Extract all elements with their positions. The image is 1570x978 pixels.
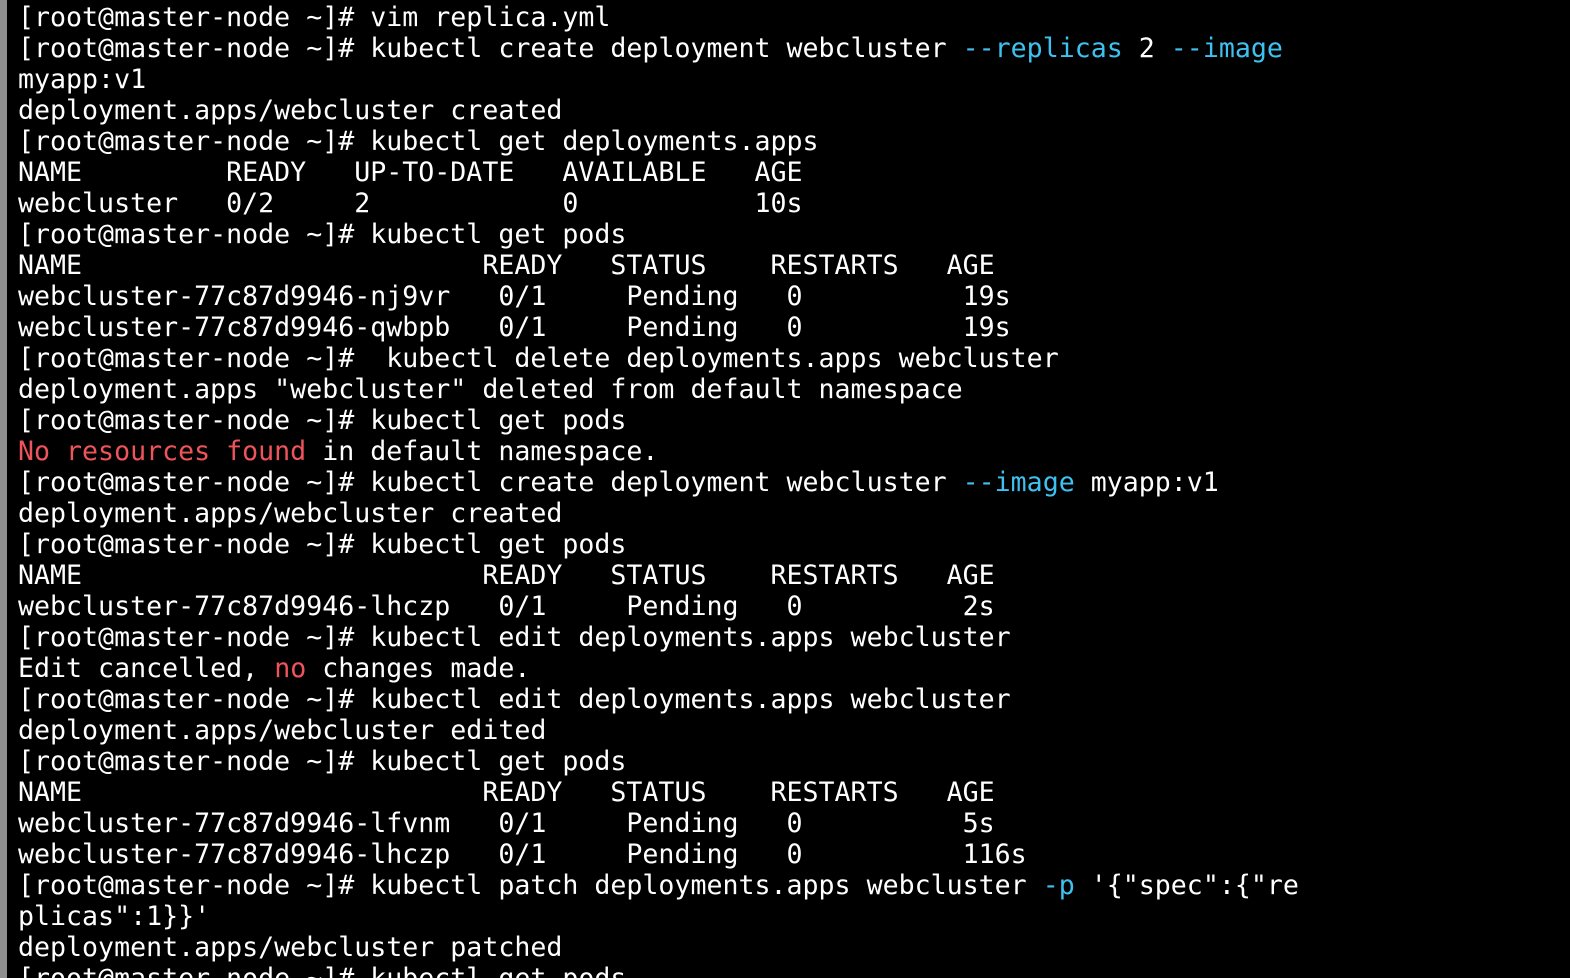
terminal-text: myapp:v1 (1074, 467, 1219, 498)
terminal-text: [root@master-node ~]# kubectl edit deplo… (18, 622, 1011, 653)
terminal-line: NAME READY STATUS RESTARTS AGE (18, 560, 1299, 591)
terminal-line: [root@master-node ~]# vim replica.yml (18, 2, 1299, 33)
terminal-text: webcluster-77c87d9946-nj9vr 0/1 Pending … (18, 281, 1011, 312)
terminal-line: deployment.apps/webcluster patched (18, 932, 1299, 963)
terminal-line: myapp:v1 (18, 64, 1299, 95)
terminal-text: deployment.apps/webcluster created (18, 498, 563, 529)
terminal-line: NAME READY STATUS RESTARTS AGE (18, 777, 1299, 808)
terminal-line: deployment.apps "webcluster" deleted fro… (18, 374, 1299, 405)
terminal-text: [root@master-node ~]# kubectl get pods (18, 529, 627, 560)
window-left-border (0, 0, 7, 978)
terminal-text: '{"spec":{"re (1074, 870, 1299, 901)
terminal-line: [root@master-node ~]# kubectl edit deplo… (18, 622, 1299, 653)
terminal-line: webcluster-77c87d9946-lhczp 0/1 Pending … (18, 591, 1299, 622)
terminal-text: NAME READY STATUS RESTARTS AGE (18, 250, 995, 281)
highlighted-text: no (274, 653, 307, 684)
terminal-line: webcluster 0/2 2 0 10s (18, 188, 1299, 219)
terminal-line: webcluster-77c87d9946-lhczp 0/1 Pending … (18, 839, 1299, 870)
terminal-text: NAME READY UP-TO-DATE AVAILABLE AGE (18, 157, 803, 188)
terminal-line: NAME READY UP-TO-DATE AVAILABLE AGE (18, 157, 1299, 188)
terminal-text: in default namespace. (306, 436, 659, 467)
terminal-text: Edit cancelled, (18, 653, 275, 684)
terminal-text: [root@master-node ~]# kubectl create dep… (18, 467, 963, 498)
terminal-text: webcluster-77c87d9946-lhczp 0/1 Pending … (18, 591, 995, 622)
terminal-line: [root@master-node ~]# kubectl create dep… (18, 467, 1299, 498)
terminal-text: myapp:v1 (18, 64, 147, 95)
terminal-line: [root@master-node ~]# kubectl get deploy… (18, 126, 1299, 157)
terminal-line: [root@master-node ~]# kubectl get pods (18, 529, 1299, 560)
terminal-line: deployment.apps/webcluster edited (18, 715, 1299, 746)
terminal-line: [root@master-node ~]# kubectl get pods (18, 746, 1299, 777)
terminal-line: deployment.apps/webcluster created (18, 498, 1299, 529)
terminal-line: [root@master-node ~]# kubectl get pods (18, 963, 1299, 978)
terminal-text: NAME READY STATUS RESTARTS AGE (18, 560, 995, 591)
terminal-line: [root@master-node ~]# kubectl get pods (18, 405, 1299, 436)
terminal-text: webcluster-77c87d9946-qwbpb 0/1 Pending … (18, 312, 1011, 343)
terminal-window[interactable]: [root@master-node ~]# vim replica.yml [ro… (0, 0, 1570, 978)
highlighted-text: No resources found (18, 436, 307, 467)
terminal-text: [root@master-node ~]# kubectl get deploy… (18, 126, 819, 157)
terminal-text: webcluster 0/2 2 0 10s (18, 188, 803, 219)
terminal-text: plicas":1}}' (18, 901, 211, 932)
terminal-line: webcluster-77c87d9946-qwbpb 0/1 Pending … (18, 312, 1299, 343)
terminal-text: webcluster-77c87d9946-lhczp 0/1 Pending … (18, 839, 1027, 870)
terminal-text: 2 (1122, 33, 1171, 64)
terminal-text: changes made. (306, 653, 531, 684)
terminal-text: deployment.apps/webcluster created (18, 95, 563, 126)
terminal-text: [root@master-node ~]# kubectl patch depl… (18, 870, 1043, 901)
terminal-text: [root@master-node ~]# kubectl edit deplo… (18, 684, 1011, 715)
terminal-text: deployment.apps/webcluster edited (18, 715, 547, 746)
terminal-line: plicas":1}}' (18, 901, 1299, 932)
terminal-text: [root@master-node ~]# kubectl create dep… (18, 33, 963, 64)
terminal-output[interactable]: [root@master-node ~]# vim replica.yml [ro… (18, 2, 1299, 978)
terminal-text: [root@master-node ~]# kubectl get pods (18, 405, 627, 436)
terminal-line: [root@master-node ~]# kubectl get pods (18, 219, 1299, 250)
highlighted-text: --image (962, 467, 1075, 498)
terminal-line: [root@master-node ~]# kubectl create dep… (18, 33, 1299, 64)
highlighted-text: --image (1170, 33, 1283, 64)
terminal-line: deployment.apps/webcluster created (18, 95, 1299, 126)
terminal-line: No resources found in default namespace. (18, 436, 1299, 467)
terminal-line: [root@master-node ~]# kubectl delete dep… (18, 343, 1299, 374)
terminal-text: [root@master-node ~]# kubectl get pods (18, 746, 627, 777)
highlighted-text: --replicas (962, 33, 1123, 64)
terminal-line: [root@master-node ~]# kubectl patch depl… (18, 870, 1299, 901)
terminal-text: webcluster-77c87d9946-lfvnm 0/1 Pending … (18, 808, 995, 839)
terminal-line: Edit cancelled, no changes made. (18, 653, 1299, 684)
terminal-line: webcluster-77c87d9946-lfvnm 0/1 Pending … (18, 808, 1299, 839)
terminal-text: [root@master-node ~]# kubectl get pods (18, 219, 627, 250)
terminal-text: NAME READY STATUS RESTARTS AGE (18, 777, 995, 808)
highlighted-text: -p (1042, 870, 1075, 901)
terminal-line: [root@master-node ~]# kubectl edit deplo… (18, 684, 1299, 715)
terminal-text: [root@master-node ~]# vim replica.yml (18, 2, 611, 33)
terminal-line: webcluster-77c87d9946-nj9vr 0/1 Pending … (18, 281, 1299, 312)
terminal-line: NAME READY STATUS RESTARTS AGE (18, 250, 1299, 281)
terminal-text: deployment.apps/webcluster patched (18, 932, 563, 963)
terminal-text: [root@master-node ~]# kubectl get pods (18, 963, 626, 978)
terminal-text: [root@master-node ~]# kubectl delete dep… (18, 343, 1059, 374)
terminal-text: deployment.apps "webcluster" deleted fro… (18, 374, 963, 405)
